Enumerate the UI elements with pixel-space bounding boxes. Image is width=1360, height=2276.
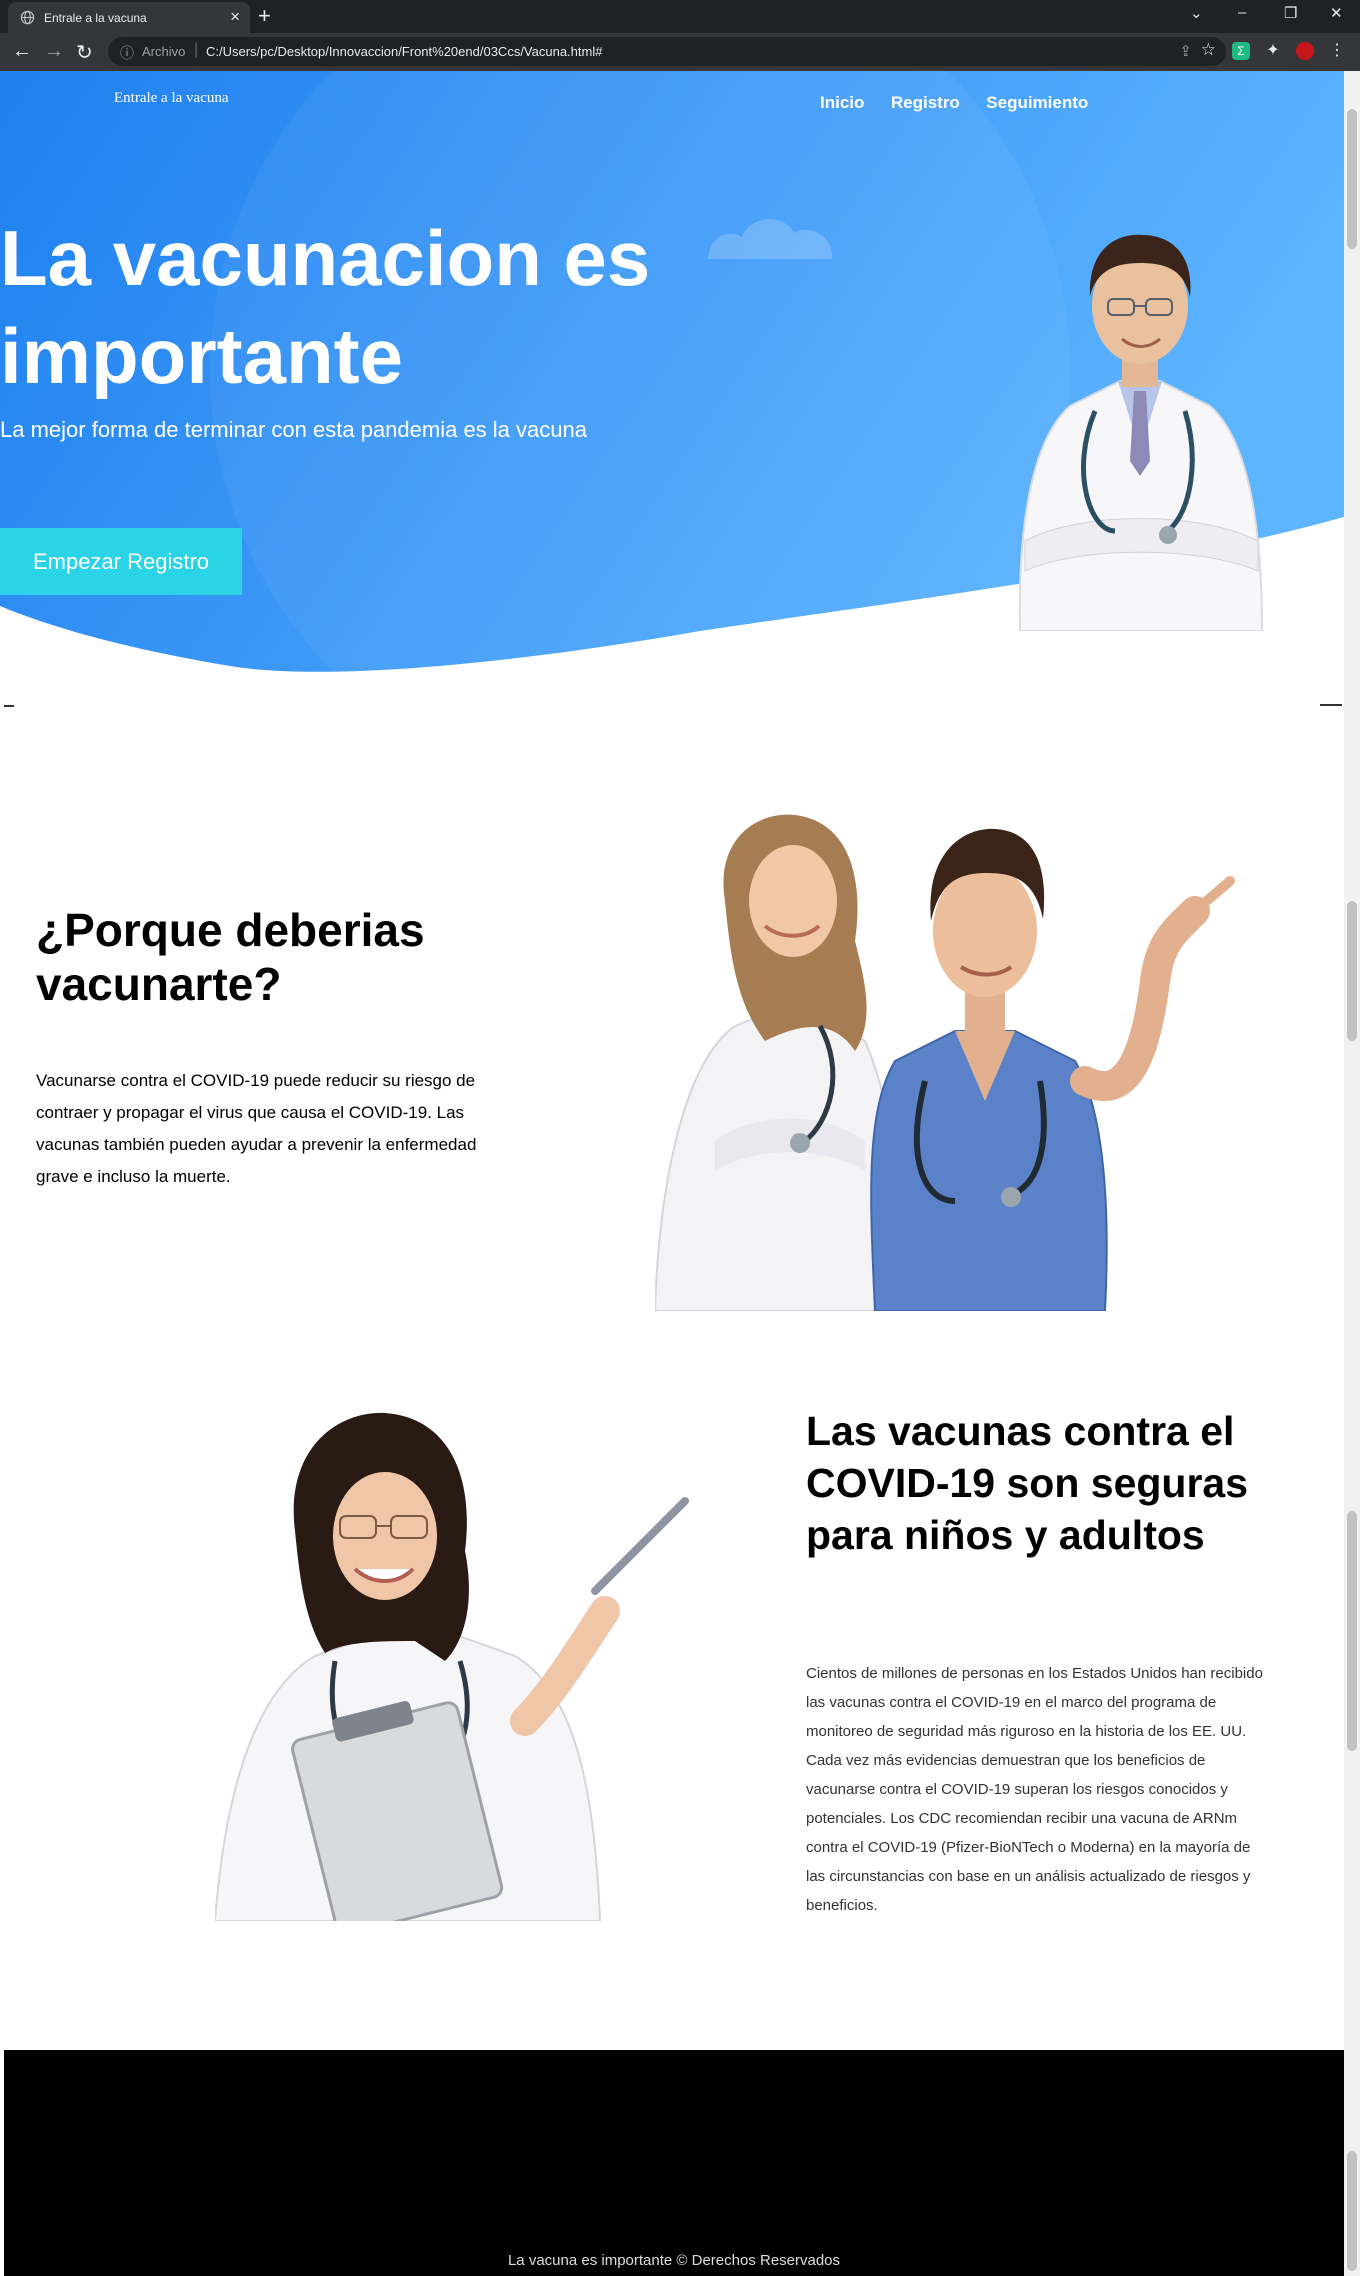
section-why-title: ¿Porque deberias vacunarte? — [36, 904, 425, 1010]
restore-icon[interactable]: ❐ — [1284, 4, 1297, 22]
address-bar[interactable]: ⓘ Archivo | C:/Users/pc/Desktop/Innovacc… — [108, 37, 1226, 66]
main-nav: Inicio Registro Seguimiento — [820, 93, 1110, 113]
hero-title: La vacunacion es importante — [0, 214, 651, 400]
reload-icon[interactable]: ↻ — [76, 40, 93, 65]
plus-icon[interactable]: + — [258, 3, 271, 29]
nav-item-seguimiento[interactable]: Seguimiento — [986, 93, 1088, 112]
share-icon[interactable]: ⇪ — [1179, 42, 1192, 60]
scrollbar-thumb[interactable] — [1347, 2151, 1357, 2271]
scheme-label: Archivo — [142, 44, 186, 59]
nav-item-registro[interactable]: Registro — [891, 93, 960, 112]
globe-icon — [20, 10, 35, 25]
doctor-image — [1018, 234, 1264, 631]
doctors-pair-image — [655, 814, 1235, 1311]
hero-subtitle: La mejor forma de terminar con esta pand… — [0, 417, 587, 442]
puzzle-icon[interactable]: ✦ — [1264, 42, 1282, 60]
profile-icon[interactable] — [1296, 42, 1314, 60]
nav-item-inicio[interactable]: Inicio — [820, 93, 864, 112]
info-icon[interactable]: ⓘ — [120, 43, 134, 63]
tab-title: Entrale a la vacuna — [44, 11, 147, 25]
window-close-icon[interactable]: ✕ — [1330, 4, 1343, 22]
url-text[interactable]: C:/Users/pc/Desktop/Innovaccion/Front%20… — [206, 44, 602, 59]
cloud-decoration — [708, 219, 833, 259]
browser-tab[interactable]: Entrale a la vacuna × — [8, 2, 250, 33]
start-registration-button[interactable]: Empezar Registro — [0, 528, 242, 595]
divider — [4, 705, 14, 707]
footer: La vacuna es importante © Derechos Reser… — [4, 2050, 1344, 2276]
chevron-down-icon[interactable]: ⌄ — [1190, 4, 1203, 22]
forward-icon[interactable]: → — [44, 40, 64, 63]
brand-logo[interactable]: Entrale a la vacuna — [114, 90, 229, 107]
minimize-icon[interactable]: – — [1238, 4, 1246, 21]
section-why-body: Vacunarse contra el COVID-19 puede reduc… — [36, 1071, 477, 1186]
scrollbar-thumb[interactable] — [1347, 1511, 1357, 1751]
back-icon[interactable]: ← — [12, 40, 32, 63]
doctor-clipboard-image — [215, 1412, 689, 1921]
browser-toolbar: ← → ↻ ⓘ Archivo | C:/Users/pc/Desktop/In… — [0, 33, 1360, 71]
scrollbar-thumb[interactable] — [1347, 901, 1357, 1041]
star-icon[interactable]: ☆ — [1201, 40, 1216, 60]
close-icon[interactable]: × — [230, 7, 240, 27]
menu-icon[interactable]: ⋮ — [1328, 42, 1346, 60]
footer-text: La vacuna es importante © Derechos Reser… — [507, 2252, 841, 2269]
browser-tab-strip: Entrale a la vacuna × + ⌄ – ❐ ✕ — [0, 0, 1360, 33]
page-viewport: Entrale a la vacuna Inicio Registro Segu… — [0, 71, 1344, 2276]
section-safe-body: Cientos de millones de personas en los E… — [806, 1665, 1263, 1914]
separator: | — [194, 41, 199, 58]
extension-icon[interactable]: Σ — [1232, 42, 1250, 60]
scrollbar[interactable] — [1344, 71, 1360, 2276]
divider — [1320, 704, 1342, 706]
section-safe-title: Las vacunas contra el COVID-19 son segur… — [806, 1408, 1249, 1558]
scrollbar-thumb[interactable] — [1347, 109, 1357, 249]
